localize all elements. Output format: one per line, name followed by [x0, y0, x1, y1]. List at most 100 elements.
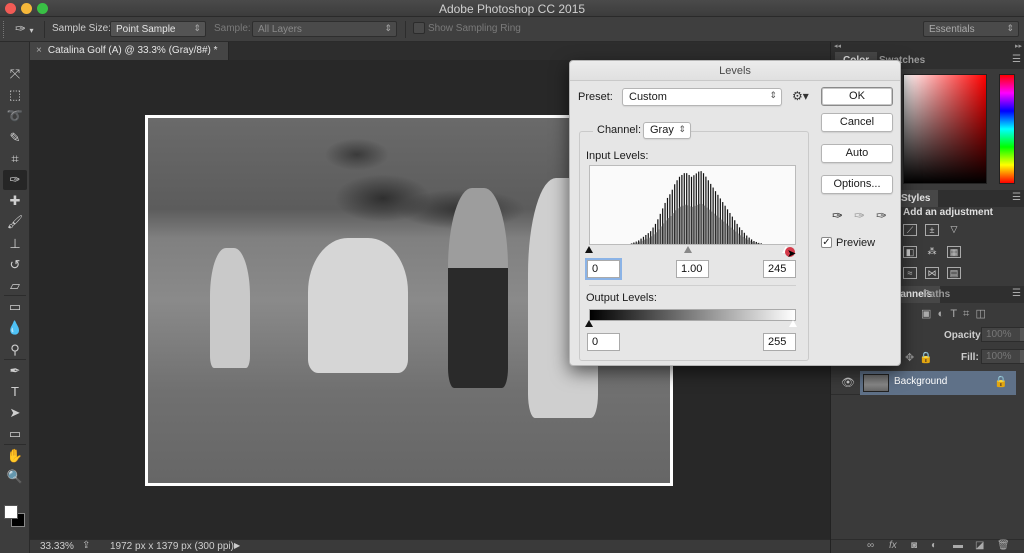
color-picker-field[interactable]	[903, 74, 987, 184]
panel-menu-icon[interactable]: ☰	[1012, 288, 1021, 299]
output-white-field[interactable]: 255	[763, 333, 796, 351]
trash-icon[interactable]: 🗑	[997, 540, 1010, 551]
new-group-icon[interactable]: ▬	[953, 540, 963, 551]
layer-row[interactable]: 👁 Background 🔒	[831, 371, 1016, 395]
status-menu-arrow-icon[interactable]: ▶	[234, 541, 240, 550]
exposure-icon[interactable]: ±	[925, 224, 939, 236]
output-levels-slider[interactable]	[585, 320, 797, 328]
filter-shape-icon[interactable]: ⌗	[963, 308, 969, 320]
mouse-pointer-icon: ➤	[787, 248, 797, 260]
layer-selection[interactable]: Background 🔒	[860, 371, 1016, 395]
input-white-field[interactable]: 245	[763, 260, 796, 278]
histogram-bar	[756, 243, 758, 244]
tool-marquee[interactable]: ⬚	[3, 85, 27, 105]
tool-zoom[interactable]: 🔍	[3, 467, 27, 487]
expand-icon[interactable]: ▸▸	[1015, 42, 1022, 50]
black-eyedropper-icon[interactable]: ✑	[832, 208, 843, 224]
input-gamma-handle[interactable]	[684, 246, 692, 253]
cancel-button[interactable]: Cancel	[821, 113, 893, 132]
new-layer-icon[interactable]: ◪	[975, 540, 984, 551]
tool-brush[interactable]: 🖌	[3, 212, 27, 232]
tool-hand[interactable]: ✋	[3, 446, 27, 466]
workspace-select[interactable]: Essentials ⇕	[923, 21, 1019, 37]
document-tab[interactable]: × Catalina Golf (A) @ 33.3% (Gray/8#) *	[30, 42, 229, 60]
color-lookup-icon[interactable]: ▦	[947, 246, 961, 258]
fill-field[interactable]: 100% ▾	[981, 349, 1024, 364]
tool-healing-brush[interactable]: ✚	[3, 191, 27, 211]
lock-all-icon[interactable]: 🔒	[919, 351, 933, 364]
opacity-field[interactable]: 100% ▾	[981, 327, 1024, 342]
tab-paths[interactable]: Paths	[915, 286, 958, 303]
fx-icon[interactable]: fx	[889, 540, 897, 551]
link-layers-icon[interactable]: ∞	[867, 540, 874, 551]
tool-eraser[interactable]: ▱	[3, 276, 27, 296]
white-eyedropper-icon[interactable]: ✑	[876, 208, 887, 224]
chevron-down-icon[interactable]: ▾	[1020, 328, 1024, 341]
filter-pixel-icon[interactable]: ▣	[921, 308, 931, 320]
show-sampling-ring-checkbox[interactable]	[413, 22, 425, 34]
preview-checkbox[interactable]: ✓	[821, 237, 832, 248]
sample-select[interactable]: All Layers ⇕	[252, 21, 397, 37]
tool-dodge[interactable]: ⚲	[3, 340, 27, 360]
input-levels-slider[interactable]	[585, 245, 796, 253]
tool-blur[interactable]: 💧	[3, 318, 27, 338]
curves-icon[interactable]: ⟋	[903, 224, 917, 236]
tool-move[interactable]: ⤧	[3, 64, 27, 84]
tool-path-select[interactable]: ➤	[3, 403, 27, 423]
tool-pen[interactable]: ✒	[3, 361, 27, 381]
tool-lasso[interactable]: ➰	[3, 106, 27, 126]
layer-name: Background	[894, 376, 948, 387]
tool-quick-select[interactable]: ✎	[3, 128, 27, 148]
visibility-eye-icon[interactable]: 👁	[841, 376, 855, 389]
output-white-handle[interactable]	[789, 320, 797, 327]
child-figure	[210, 248, 250, 368]
gray-eyedropper-icon[interactable]: ✑	[854, 208, 865, 224]
input-black-field[interactable]: 0	[587, 260, 620, 278]
chevron-down-icon[interactable]: ▾	[1020, 350, 1024, 363]
tool-crop[interactable]: ⌗	[3, 149, 27, 169]
posterize-icon[interactable]: ≈	[903, 267, 917, 279]
tool-gradient[interactable]: ▭	[3, 297, 27, 317]
output-levels-label: Output Levels:	[586, 292, 657, 304]
preset-options-gear-icon[interactable]: ⚙▾	[792, 89, 809, 103]
tool-clone-stamp[interactable]: ⊥	[3, 234, 27, 254]
foreground-color-swatch[interactable]	[4, 505, 18, 519]
filter-adjustment-icon[interactable]: ◐	[938, 308, 945, 320]
gradient-map-triangle-icon[interactable]: ▽	[947, 224, 961, 236]
share-icon[interactable]: ⇪	[82, 540, 90, 551]
options-bar-grip[interactable]	[3, 21, 6, 38]
collapse-icon[interactable]: ◂◂	[834, 42, 841, 50]
hue-slider[interactable]	[999, 74, 1015, 184]
threshold-icon[interactable]: ⋈	[925, 267, 939, 279]
output-black-field[interactable]: 0	[587, 333, 620, 351]
tool-eyedropper[interactable]: ✑	[3, 170, 27, 190]
color-balance-icon[interactable]: ◧	[903, 246, 917, 258]
input-gamma-field[interactable]: 1.00	[676, 260, 709, 278]
zoom-level[interactable]: 33.33%	[40, 541, 74, 552]
panel-menu-icon[interactable]: ☰	[1012, 54, 1021, 65]
tool-rectangle[interactable]: ▭	[3, 424, 27, 444]
add-mask-icon[interactable]: ◙	[911, 540, 917, 551]
layer-thumbnail	[863, 374, 889, 392]
input-black-handle[interactable]	[585, 246, 593, 253]
filter-type-icon[interactable]: T	[950, 308, 957, 320]
preset-select[interactable]: Custom ⇕	[622, 88, 782, 106]
options-button[interactable]: Options...	[821, 175, 893, 194]
new-adjustment-icon[interactable]: ◐	[931, 540, 937, 551]
lasso-icon: ➰	[6, 108, 24, 124]
output-black-handle[interactable]	[585, 320, 593, 327]
panel-menu-icon[interactable]: ☰	[1012, 192, 1021, 203]
channel-select[interactable]: Gray ⇕	[643, 122, 691, 139]
channel-mixer-icon[interactable]: ⁂	[925, 246, 939, 258]
tool-history-brush[interactable]: ↺	[3, 255, 27, 275]
filter-smart-object-icon[interactable]: ◫	[976, 308, 986, 320]
lock-position-icon[interactable]: ✥	[905, 351, 914, 364]
close-tab-icon[interactable]: ×	[36, 45, 42, 56]
gradient-map-icon[interactable]: ▤	[947, 267, 961, 279]
panel-collapse-strip[interactable]: ◂◂ ▸▸	[831, 42, 1024, 52]
auto-button[interactable]: Auto	[821, 144, 893, 163]
sample-size-select[interactable]: Point Sample ⇕	[110, 21, 206, 37]
tool-preset-picker[interactable]: ✑ ▾	[15, 21, 37, 38]
tool-type[interactable]: T	[3, 382, 27, 402]
ok-button[interactable]: OK	[821, 87, 893, 106]
